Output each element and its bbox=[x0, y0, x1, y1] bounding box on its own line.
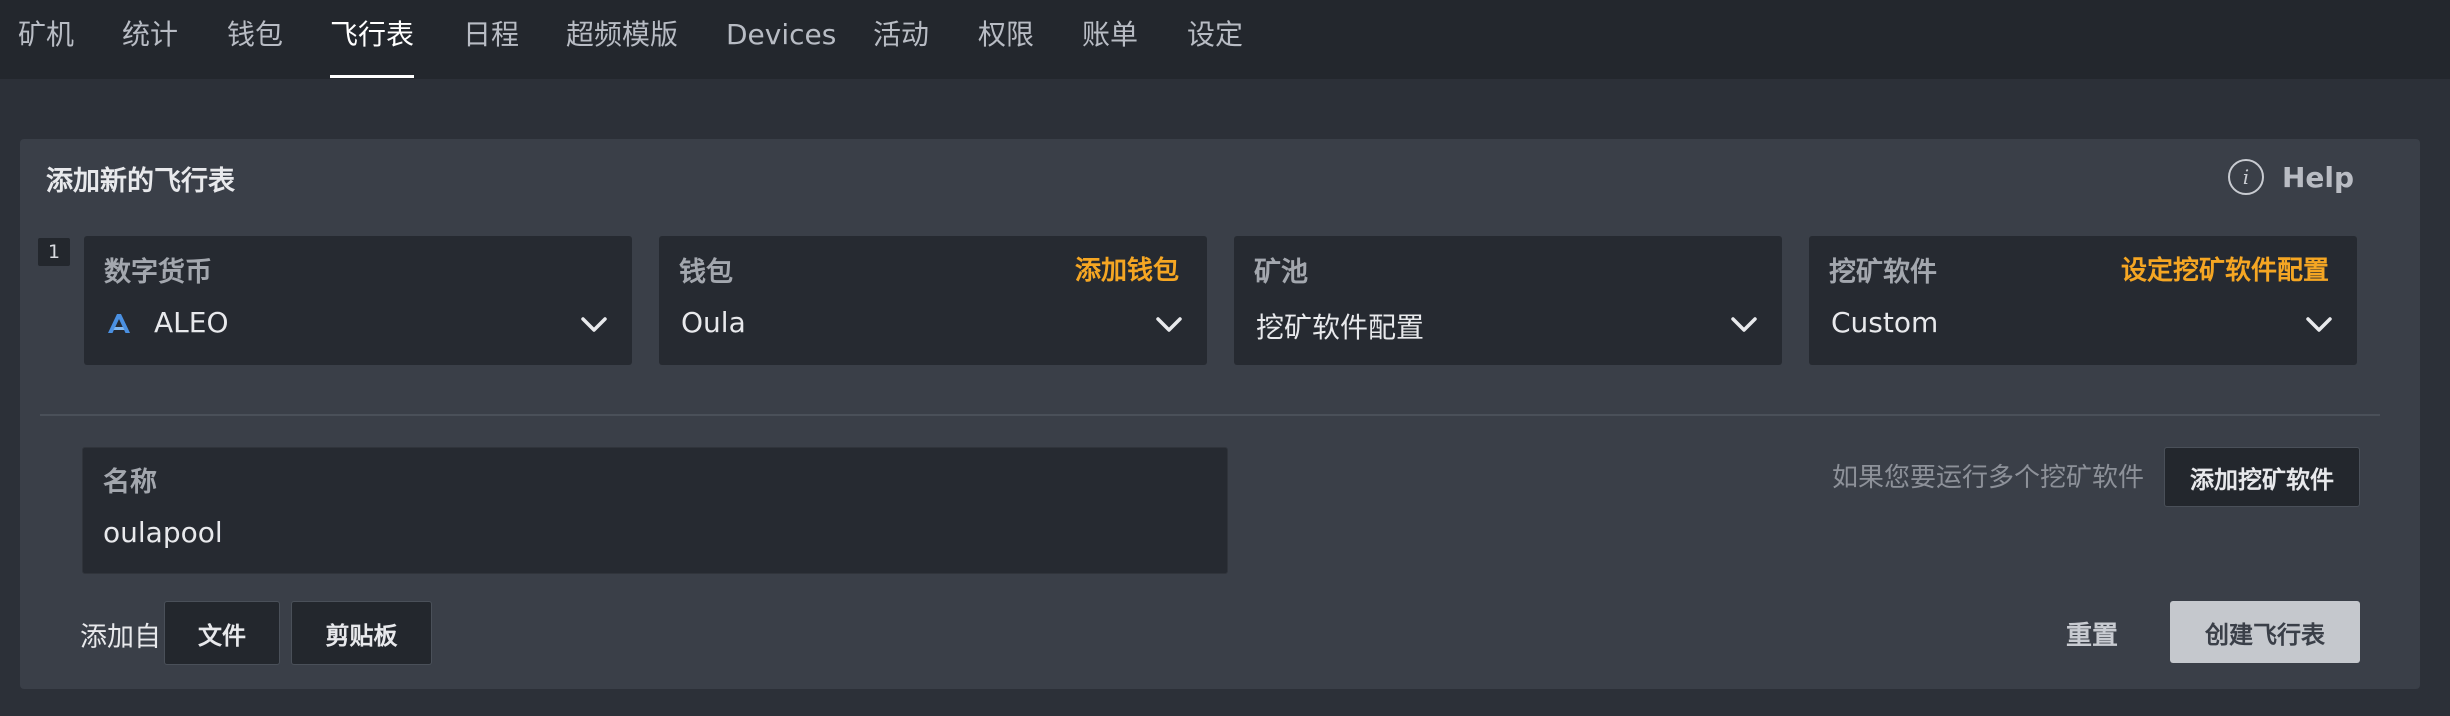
name-label: 名称 bbox=[103, 467, 157, 498]
tab-devices[interactable]: Devices bbox=[726, 0, 836, 79]
coin-value: ALEO bbox=[106, 306, 228, 339]
wallet-value: Oula bbox=[681, 306, 746, 339]
pool-label: 矿池 bbox=[1254, 257, 1308, 288]
info-icon: i bbox=[2228, 159, 2264, 195]
add-from-label: 添加自 bbox=[80, 622, 161, 653]
name-input-value[interactable]: oulapool bbox=[103, 516, 223, 549]
tab-permissions[interactable]: 权限 bbox=[978, 0, 1034, 79]
pool-value: 挖矿软件配置 bbox=[1256, 311, 1425, 344]
panel-title: 添加新的飞行表 bbox=[46, 166, 235, 197]
help-button[interactable]: i Help bbox=[2228, 157, 2354, 197]
chevron-down-icon bbox=[1156, 317, 1182, 332]
wallet-select[interactable]: 钱包 添加钱包 Oula bbox=[659, 236, 1207, 365]
import-file-button[interactable]: 文件 bbox=[164, 601, 280, 665]
tab-billing[interactable]: 账单 bbox=[1082, 0, 1138, 79]
help-label: Help bbox=[2282, 160, 2355, 194]
tab-miners[interactable]: 矿机 bbox=[18, 0, 74, 79]
tab-flight-sheets[interactable]: 飞行表 bbox=[330, 0, 415, 79]
setup-miner-config-link[interactable]: 设定挖矿软件配置 bbox=[2121, 250, 2329, 287]
wallet-label: 钱包 bbox=[679, 257, 733, 288]
pool-select[interactable]: 矿池 挖矿软件配置 bbox=[1234, 236, 1782, 365]
tab-overclock-templates[interactable]: 超频模版 bbox=[566, 0, 678, 79]
import-clipboard-button[interactable]: 剪贴板 bbox=[291, 601, 432, 665]
create-flight-sheet-button[interactable]: 创建飞行表 bbox=[2170, 601, 2360, 663]
top-navigation: 矿机 统计 钱包 飞行表 日程 超频模版 Devices 活动 权限 账单 设定 bbox=[0, 0, 2450, 79]
coin-value-text: ALEO bbox=[154, 306, 229, 339]
miner-value: Custom bbox=[1831, 306, 1939, 339]
chevron-down-icon bbox=[581, 317, 607, 332]
add-wallet-link[interactable]: 添加钱包 bbox=[1075, 250, 1179, 287]
tab-wallets[interactable]: 钱包 bbox=[227, 0, 283, 79]
add-miner-button[interactable]: 添加挖矿软件 bbox=[2164, 447, 2360, 507]
row-number-badge: 1 bbox=[38, 238, 70, 266]
miner-label: 挖矿软件 bbox=[1829, 257, 1937, 288]
miner-select[interactable]: 挖矿软件 设定挖矿软件配置 Custom bbox=[1809, 236, 2357, 365]
multi-miner-hint: 如果您要运行多个挖矿软件 bbox=[1832, 463, 2145, 493]
add-flight-sheet-panel: 添加新的飞行表 i Help 1 数字货币 ALEO 钱包 添加钱包 Oula … bbox=[20, 139, 2420, 689]
aleo-logo-icon bbox=[108, 313, 130, 333]
coin-select[interactable]: 数字货币 ALEO bbox=[84, 236, 632, 365]
chevron-down-icon bbox=[2306, 317, 2332, 332]
chevron-down-icon bbox=[1731, 317, 1757, 332]
tab-schedule[interactable]: 日程 bbox=[463, 0, 519, 79]
tab-stats[interactable]: 统计 bbox=[122, 0, 178, 79]
divider bbox=[40, 414, 2380, 416]
coin-label: 数字货币 bbox=[104, 257, 212, 288]
tab-settings[interactable]: 设定 bbox=[1187, 0, 1243, 79]
name-field[interactable]: 名称 oulapool bbox=[82, 447, 1228, 574]
tab-activity[interactable]: 活动 bbox=[873, 0, 929, 79]
reset-button[interactable]: 重置 bbox=[2066, 615, 2118, 652]
